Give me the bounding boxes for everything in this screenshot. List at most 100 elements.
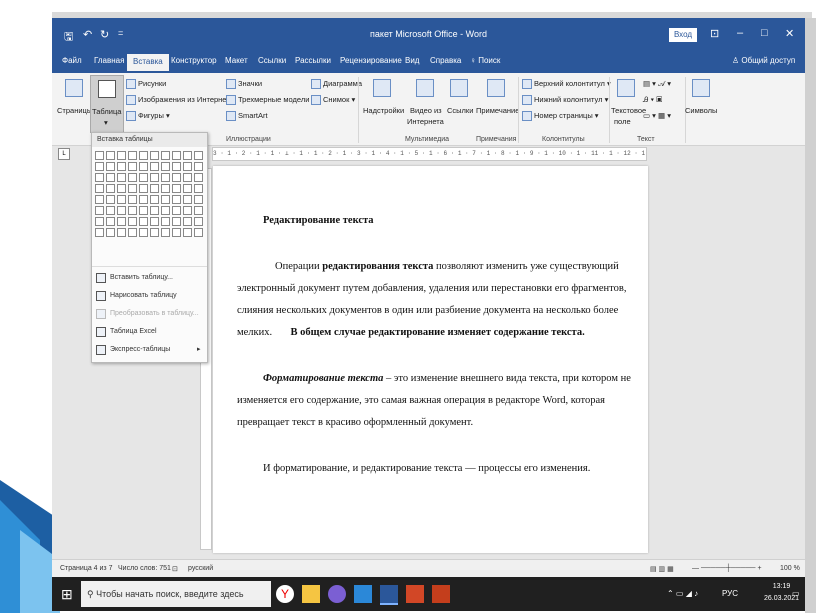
grid-cell[interactable] bbox=[139, 151, 148, 160]
grid-cell[interactable] bbox=[161, 184, 170, 193]
grid-cell[interactable] bbox=[150, 173, 159, 182]
screenshot-button[interactable]: Снимок ▾ bbox=[311, 95, 355, 106]
grid-cell[interactable] bbox=[161, 217, 170, 226]
table-size-grid[interactable] bbox=[95, 151, 203, 237]
addins-button[interactable]: Надстройки bbox=[363, 106, 404, 115]
powerpoint-icon[interactable] bbox=[432, 585, 450, 603]
grid-cell[interactable] bbox=[128, 162, 137, 171]
grid-cell[interactable] bbox=[139, 206, 148, 215]
comment-button[interactable]: Примечание bbox=[476, 106, 519, 115]
grid-cell[interactable] bbox=[117, 206, 126, 215]
grid-cell[interactable] bbox=[95, 184, 104, 193]
grid-cell[interactable] bbox=[194, 184, 203, 193]
grid-cell[interactable] bbox=[183, 217, 192, 226]
tab-references[interactable]: Ссылки bbox=[258, 56, 286, 65]
restore-button[interactable]: □ bbox=[761, 27, 768, 39]
grid-cell[interactable] bbox=[139, 228, 148, 237]
dropcap-icon[interactable]: ▭ ▾ ▦ ▾ bbox=[643, 111, 671, 120]
grid-cell[interactable] bbox=[183, 206, 192, 215]
grid-cell[interactable] bbox=[194, 151, 203, 160]
grid-cell[interactable] bbox=[117, 162, 126, 171]
share-button[interactable]: ♙ Общий доступ bbox=[732, 56, 795, 65]
grid-cell[interactable] bbox=[128, 195, 137, 204]
page-number-button[interactable]: Номер страницы ▾ bbox=[522, 111, 599, 122]
grid-cell[interactable] bbox=[95, 195, 104, 204]
tab-review[interactable]: Рецензирование bbox=[340, 56, 402, 65]
windows-start-icon[interactable]: ⊞ bbox=[61, 586, 73, 603]
system-tray-icons[interactable]: ⌃ ▭ ◢ ♪ bbox=[667, 589, 698, 598]
tab-search[interactable]: ♀ Поиск bbox=[470, 56, 500, 65]
wordart-icon[interactable]: Ꭿ ▾ ▣ bbox=[643, 95, 662, 105]
grid-cell[interactable] bbox=[128, 173, 137, 182]
language[interactable]: русский bbox=[188, 565, 213, 572]
grid-cell[interactable] bbox=[106, 162, 115, 171]
online-pictures-button[interactable]: Изображения из Интернета bbox=[126, 95, 234, 106]
tab-view[interactable]: Вид bbox=[405, 56, 419, 65]
grid-cell[interactable] bbox=[150, 206, 159, 215]
grid-cell[interactable] bbox=[128, 151, 137, 160]
header-button[interactable]: Верхний колонтитул ▾ bbox=[522, 79, 611, 90]
zoom-slider[interactable]: — ─────┼───── + bbox=[692, 565, 762, 572]
tab-insert[interactable]: Вставка bbox=[127, 54, 169, 71]
grid-cell[interactable] bbox=[117, 228, 126, 237]
smartart-button[interactable]: SmartArt bbox=[226, 111, 268, 122]
grid-cell[interactable] bbox=[183, 173, 192, 182]
grid-cell[interactable] bbox=[150, 217, 159, 226]
viber-icon[interactable] bbox=[328, 585, 346, 603]
grid-cell[interactable] bbox=[194, 195, 203, 204]
word-icon[interactable] bbox=[380, 585, 398, 605]
grid-cell[interactable] bbox=[161, 151, 170, 160]
grid-cell[interactable] bbox=[161, 206, 170, 215]
mail-icon[interactable] bbox=[354, 585, 372, 603]
tab-help[interactable]: Справка bbox=[430, 56, 461, 65]
grid-cell[interactable] bbox=[150, 195, 159, 204]
horizontal-ruler[interactable]: 3 · 1 · 2 · 1 · 1 · ⊥ · 1 · 1 · 2 · 1 · … bbox=[212, 147, 647, 161]
grid-cell[interactable] bbox=[106, 206, 115, 215]
quick-tables-item[interactable]: Экспресс-таблицы ▸ bbox=[92, 341, 207, 358]
yandex-icon[interactable]: Y bbox=[276, 585, 294, 603]
file-explorer-icon[interactable] bbox=[302, 585, 320, 603]
grid-cell[interactable] bbox=[117, 184, 126, 193]
grid-cell[interactable] bbox=[161, 228, 170, 237]
grid-cell[interactable] bbox=[106, 184, 115, 193]
tab-home[interactable]: Главная bbox=[94, 56, 124, 65]
excel-table-item[interactable]: Таблица Excel bbox=[92, 323, 207, 340]
grid-cell[interactable] bbox=[161, 162, 170, 171]
pages-button[interactable]: Страницы bbox=[57, 106, 92, 115]
grid-cell[interactable] bbox=[95, 228, 104, 237]
grid-cell[interactable] bbox=[150, 228, 159, 237]
grid-cell[interactable] bbox=[128, 206, 137, 215]
grid-cell[interactable] bbox=[161, 173, 170, 182]
grid-cell[interactable] bbox=[106, 228, 115, 237]
page-count[interactable]: Страница 4 из 7 bbox=[60, 565, 112, 572]
grid-cell[interactable] bbox=[95, 206, 104, 215]
grid-cell[interactable] bbox=[128, 228, 137, 237]
grid-cell[interactable] bbox=[150, 162, 159, 171]
grid-cell[interactable] bbox=[106, 195, 115, 204]
symbols-button[interactable]: Символы bbox=[685, 106, 717, 115]
grid-cell[interactable] bbox=[139, 184, 148, 193]
tab-design[interactable]: Конструктор bbox=[171, 56, 217, 65]
word-count[interactable]: Число слов: 751 bbox=[118, 565, 171, 572]
notifications-icon[interactable]: ▭ bbox=[792, 589, 800, 598]
grid-cell[interactable] bbox=[172, 228, 181, 237]
grid-cell[interactable] bbox=[128, 184, 137, 193]
grid-cell[interactable] bbox=[106, 217, 115, 226]
grid-cell[interactable] bbox=[117, 151, 126, 160]
grid-cell[interactable] bbox=[194, 217, 203, 226]
table-button[interactable]: Таблица ▾ bbox=[90, 75, 124, 133]
grid-cell[interactable] bbox=[194, 228, 203, 237]
view-buttons[interactable]: ▤ ▥ ▦ bbox=[650, 565, 674, 573]
online-video-button[interactable]: Видео из bbox=[410, 106, 442, 115]
chart-button[interactable]: Диаграмма bbox=[311, 79, 362, 90]
grid-cell[interactable] bbox=[106, 151, 115, 160]
3d-models-button[interactable]: Трехмерные модели ▾ bbox=[226, 95, 315, 106]
grid-cell[interactable] bbox=[95, 173, 104, 182]
footer-button[interactable]: Нижний колонтитул ▾ bbox=[522, 95, 608, 106]
ribbon-display-options-icon[interactable]: ⊡ bbox=[710, 27, 719, 40]
shapes-button[interactable]: Фигуры ▾ bbox=[126, 111, 170, 122]
grid-cell[interactable] bbox=[95, 217, 104, 226]
grid-cell[interactable] bbox=[117, 195, 126, 204]
grid-cell[interactable] bbox=[194, 206, 203, 215]
paint-icon[interactable] bbox=[406, 585, 424, 603]
